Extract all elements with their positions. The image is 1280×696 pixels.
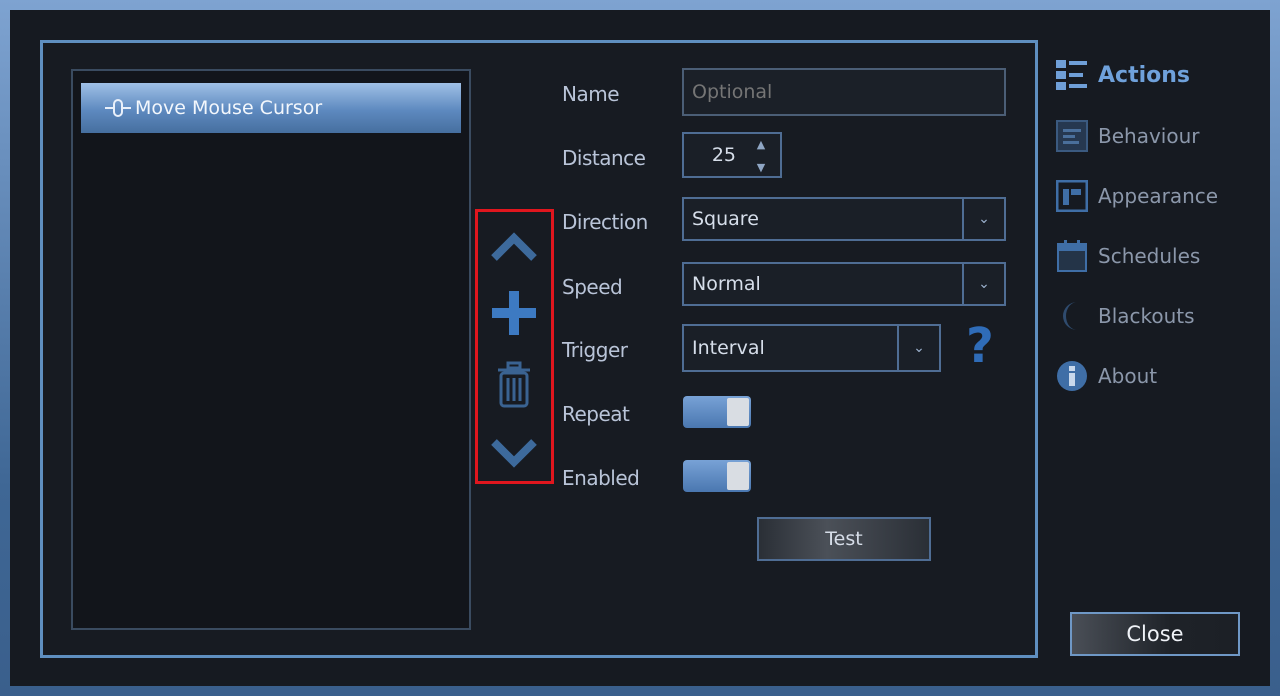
chevron-down-icon: ⌄ xyxy=(962,199,1004,239)
distance-stepper[interactable]: 25 ▲ ▼ xyxy=(682,132,782,178)
nav-item-label: About xyxy=(1098,364,1158,388)
speed-select[interactable]: Normal ⌄ xyxy=(682,262,1006,306)
plus-icon xyxy=(492,291,536,335)
trigger-label: Trigger xyxy=(562,338,628,362)
nav-item-schedules[interactable]: Schedules xyxy=(1056,236,1200,276)
toggle-knob xyxy=(727,398,749,426)
name-field[interactable] xyxy=(682,68,1006,116)
distance-value: 25 xyxy=(711,144,736,166)
nav-item-label: Actions xyxy=(1098,62,1190,88)
repeat-label: Repeat xyxy=(562,402,630,426)
mouse-move-icon xyxy=(101,96,135,120)
enabled-label: Enabled xyxy=(562,466,640,490)
nav-item-label: Appearance xyxy=(1098,184,1219,208)
delete-action-button[interactable] xyxy=(489,360,539,410)
move-down-button[interactable] xyxy=(489,428,539,478)
direction-label: Direction xyxy=(562,210,648,234)
direction-select[interactable]: Square ⌄ xyxy=(682,197,1006,241)
add-action-button[interactable] xyxy=(489,288,539,338)
chevron-down-icon: ⌄ xyxy=(962,264,1004,304)
trigger-help-icon[interactable]: ? xyxy=(966,322,994,370)
actions-list-icon xyxy=(1056,59,1088,91)
trigger-value: Interval xyxy=(692,337,765,359)
stepper-buttons: ▲ ▼ xyxy=(748,138,774,174)
nav-item-blackouts[interactable]: Blackouts xyxy=(1056,296,1195,336)
list-item[interactable]: Move Mouse Cursor xyxy=(81,83,461,133)
nav-item-label: Schedules xyxy=(1098,244,1201,268)
chevron-down-icon: ⌄ xyxy=(897,326,939,370)
chevron-down-icon xyxy=(491,439,537,468)
moon-icon xyxy=(1056,300,1088,332)
increment-icon[interactable]: ▲ xyxy=(757,138,765,151)
appearance-icon xyxy=(1056,180,1088,212)
nav-item-behaviour[interactable]: Behaviour xyxy=(1056,116,1199,156)
speed-label: Speed xyxy=(562,275,623,299)
decrement-icon[interactable]: ▼ xyxy=(757,161,765,174)
enabled-toggle[interactable] xyxy=(683,460,751,492)
settings-window: Move Mouse Cursor Name Optional Distance… xyxy=(10,10,1270,686)
nav-item-appearance[interactable]: Appearance xyxy=(1056,176,1218,216)
repeat-toggle[interactable] xyxy=(683,396,751,428)
list-item-label: Move Mouse Cursor xyxy=(135,97,323,119)
calendar-icon xyxy=(1056,240,1088,272)
direction-value: Square xyxy=(692,208,759,230)
behaviour-icon xyxy=(1056,120,1088,152)
distance-label: Distance xyxy=(562,146,646,170)
speed-value: Normal xyxy=(692,273,761,295)
chevron-up-icon xyxy=(491,232,537,261)
info-icon xyxy=(1056,360,1088,392)
nav-item-label: Blackouts xyxy=(1098,304,1195,328)
test-button[interactable]: Test xyxy=(757,517,931,561)
move-up-button[interactable] xyxy=(489,222,539,272)
close-button[interactable]: Close xyxy=(1070,612,1240,656)
nav-item-about[interactable]: About xyxy=(1056,356,1157,396)
name-label: Name xyxy=(562,82,620,106)
actions-list[interactable]: Move Mouse Cursor xyxy=(71,69,471,630)
nav-item-label: Behaviour xyxy=(1098,124,1200,148)
list-controls-highlight xyxy=(475,209,554,484)
toggle-knob xyxy=(727,462,749,490)
trash-icon xyxy=(498,361,530,408)
trigger-select[interactable]: Interval ⌄ xyxy=(682,324,941,372)
nav-item-actions[interactable]: Actions xyxy=(1056,55,1190,95)
window-frame: Move Mouse Cursor Name Optional Distance… xyxy=(0,0,1280,696)
